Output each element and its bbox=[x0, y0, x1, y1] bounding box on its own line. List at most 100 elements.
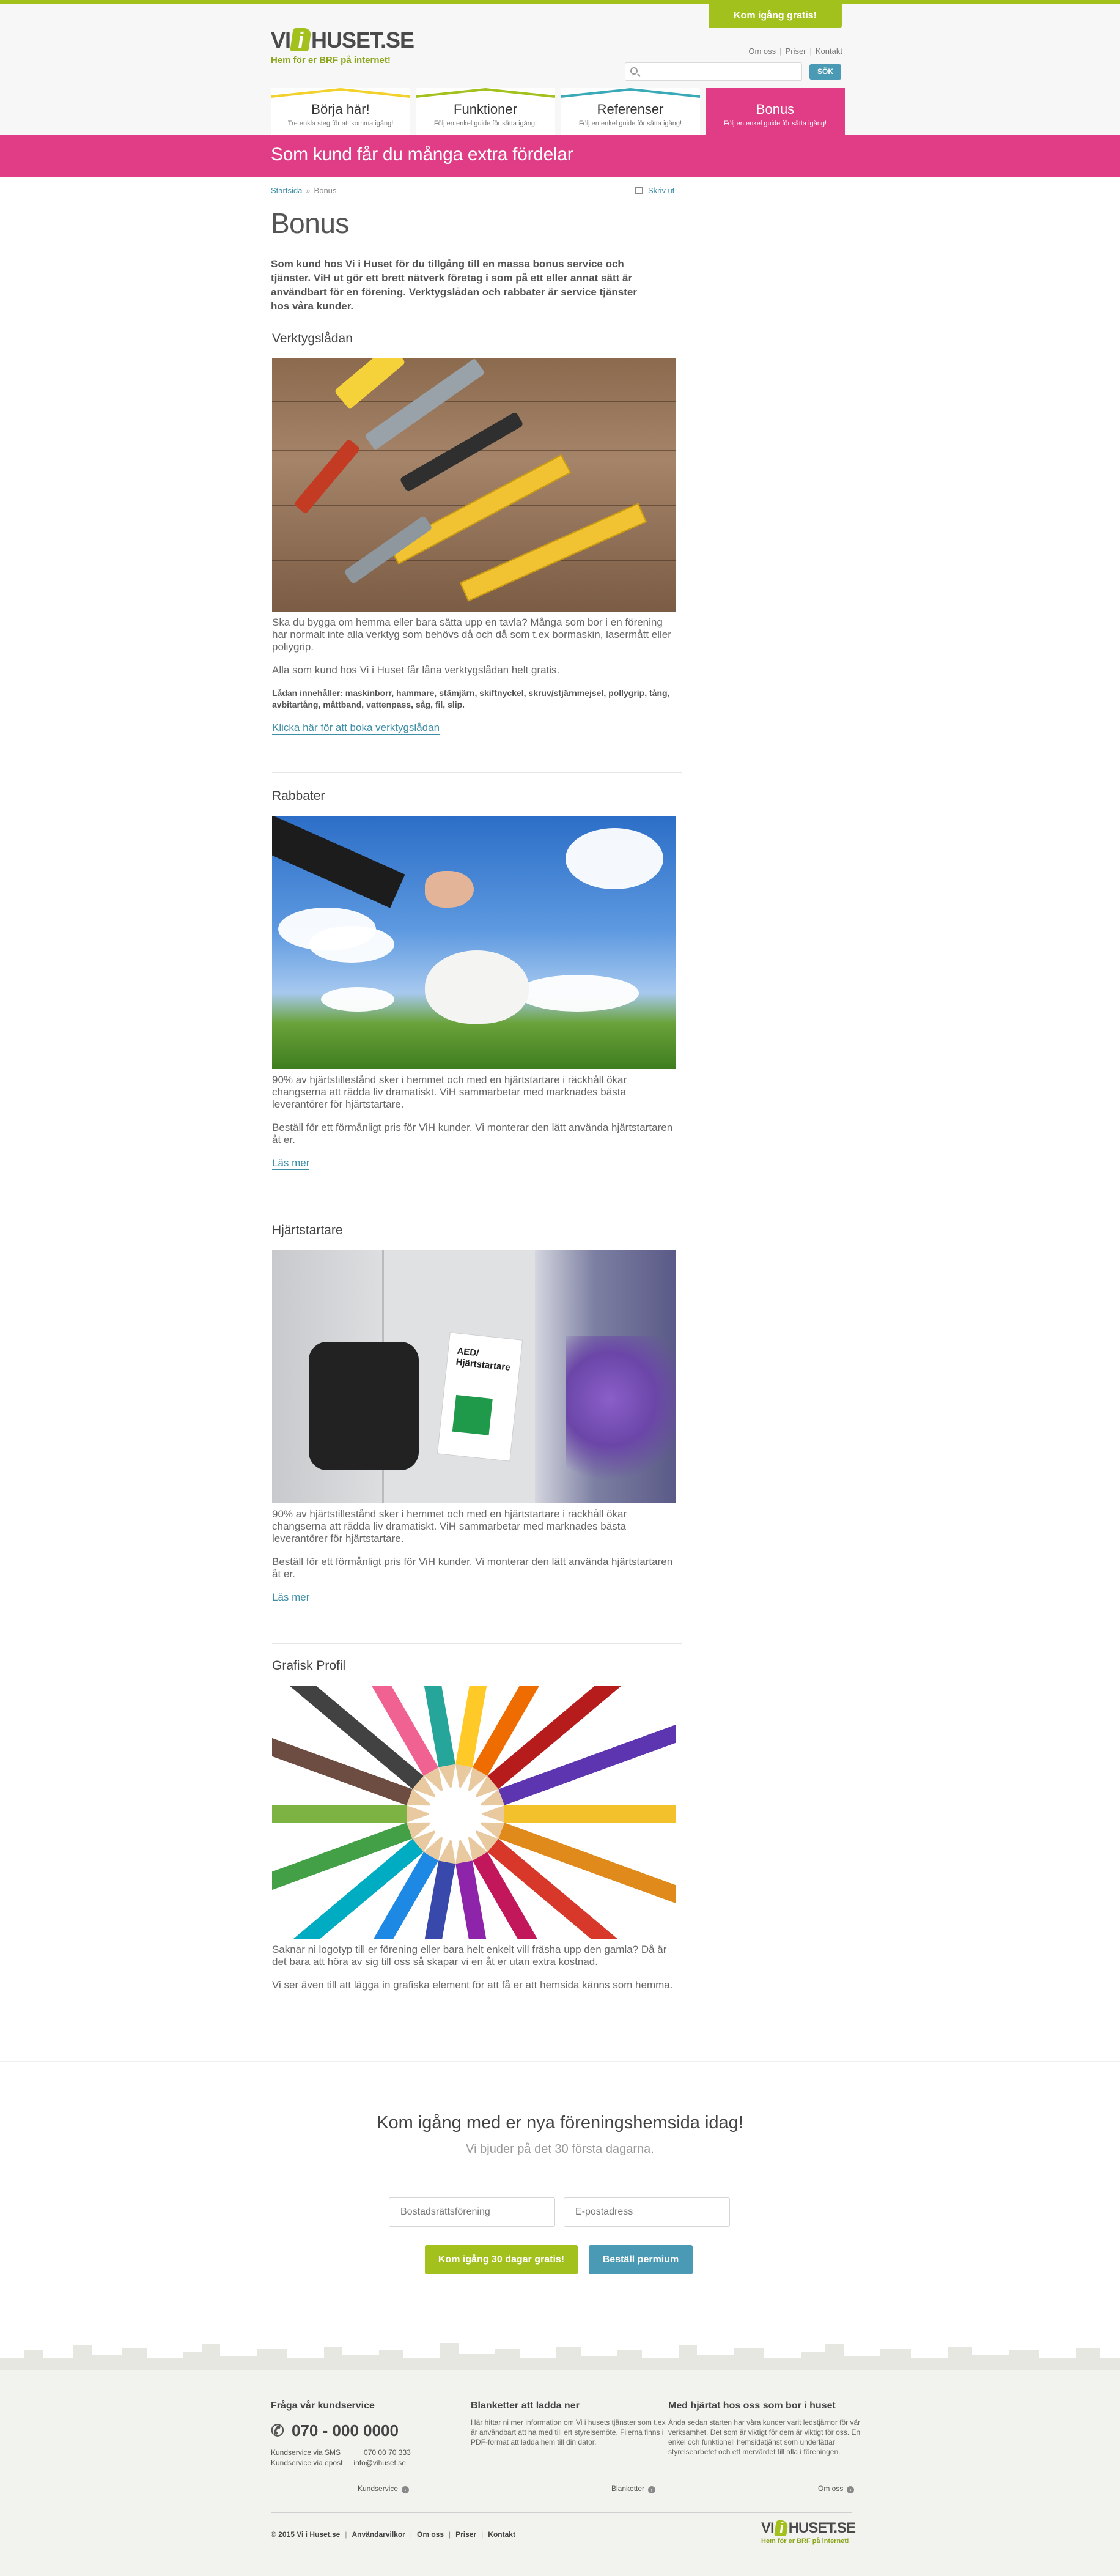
read-more-link[interactable]: Läs mer bbox=[272, 1591, 310, 1604]
arrow-right-icon: › bbox=[402, 2486, 410, 2493]
tab-title: Bonus bbox=[756, 102, 795, 117]
start-free-trial-button[interactable]: Kom igång 30 dagar gratis! bbox=[425, 2245, 578, 2274]
association-name-input[interactable] bbox=[389, 2197, 555, 2227]
breadcrumb-current: Bonus bbox=[314, 186, 337, 195]
banner-title: Som kund får du många extra fördelar bbox=[271, 144, 573, 165]
search-button[interactable]: SÖK bbox=[809, 64, 841, 80]
logo-house-letter: i bbox=[290, 28, 312, 53]
toplink-om-oss[interactable]: Om oss bbox=[748, 46, 776, 56]
top-cta-button[interactable]: Kom igång gratis! bbox=[709, 4, 842, 28]
read-more-link[interactable]: Läs mer bbox=[272, 1157, 310, 1170]
section-title: Verktygslådan bbox=[272, 331, 353, 346]
logo[interactable]: VI i HUSET.SE Hem för er BRF på internet! bbox=[271, 28, 414, 65]
footer-about: Med hjärtat hos oss som bor i huset Ända… bbox=[668, 2400, 870, 2457]
top-links: Om oss | Priser | Kontakt bbox=[748, 46, 842, 56]
tab-subtitle: Följ en enkel guide för sätta igång! bbox=[578, 120, 682, 127]
footer-link-terms[interactable]: Användarvilkor bbox=[352, 2530, 405, 2539]
city-skyline-decoration bbox=[0, 2339, 1120, 2370]
footer-text: Här hittar ni mer information om Vi i hu… bbox=[471, 2418, 666, 2446]
tab-borja-har[interactable]: Börja här! Tre enkla steg för att komma … bbox=[271, 88, 410, 138]
email-value[interactable]: info@vihuset.se bbox=[353, 2458, 406, 2468]
search-input[interactable] bbox=[643, 65, 795, 78]
logo-part2: HUSET.SE bbox=[311, 28, 414, 53]
aed-sign: AED/ Hjärtstartare bbox=[437, 1332, 523, 1462]
tab-referenser[interactable]: Referenser Följ en enkel guide för sätta… bbox=[561, 88, 700, 138]
phone-text: 070 - 000 0000 bbox=[292, 2421, 399, 2440]
search-icon bbox=[630, 67, 638, 75]
tab-subtitle: Följ en enkel guide för sätta igång! bbox=[433, 120, 537, 127]
logo-tagline: Hem för er BRF på internet! bbox=[761, 2537, 849, 2545]
section-text: Saknar ni logotyp till er förening eller… bbox=[272, 1944, 667, 1967]
tab-roof-icon bbox=[561, 88, 700, 98]
section-text: Vi ser även till att lägga in grafiska e… bbox=[272, 1979, 673, 1991]
section-grafisk-profil: Grafisk Profil Saknar ni logotyp till er… bbox=[272, 1659, 682, 1991]
section-title: Grafisk Profil bbox=[272, 1659, 346, 1673]
book-toolbox-link[interactable]: Klicka här för att boka verktygslådan bbox=[272, 722, 440, 735]
toplink-priser[interactable]: Priser bbox=[786, 46, 806, 56]
tab-roof-icon bbox=[271, 88, 410, 98]
section-text: Ska du bygga om hemma eller bara sätta u… bbox=[272, 616, 671, 653]
page-banner: Som kund får du många extra fördelar bbox=[0, 135, 1120, 177]
toplink-kontakt[interactable]: Kontakt bbox=[816, 46, 842, 56]
tab-subtitle: Följ en enkel guide för sätta igång! bbox=[723, 120, 827, 127]
main-nav: Börja här! Tre enkla steg för att komma … bbox=[271, 88, 846, 138]
section-verktygsladan: Verktygslådan Ska du bygga om hemma elle… bbox=[272, 331, 682, 735]
tab-roof-icon bbox=[416, 88, 555, 98]
footer-link-om-oss[interactable]: Om oss bbox=[417, 2530, 444, 2539]
kundservice-link[interactable]: Kundservice › bbox=[358, 2484, 410, 2493]
arrow-right-icon: › bbox=[847, 2486, 855, 2493]
section-text: Beställ för ett förmånligt pris för ViH … bbox=[272, 1122, 673, 1146]
footer-link-kontakt[interactable]: Kontakt bbox=[488, 2530, 515, 2539]
logo-wordmark: VI i HUSET.SE bbox=[271, 28, 414, 53]
logo-part1: VI bbox=[271, 28, 291, 53]
footer: Fråga vår kundservice ✆ 070 - 000 0000 Ku… bbox=[0, 2339, 1120, 2576]
tab-bonus[interactable]: Bonus Följ en enkel guide för sätta igån… bbox=[706, 88, 845, 138]
tab-title: Funktioner bbox=[454, 102, 517, 117]
toolbox-image bbox=[272, 358, 676, 612]
cta-title: Kom igång med er nya föreningshemsida id… bbox=[377, 2113, 743, 2133]
footer-link-priser[interactable]: Priser bbox=[455, 2530, 476, 2539]
footer-heading: Blanketter att ladda ner bbox=[471, 2400, 580, 2411]
phone-icon: ✆ bbox=[271, 2421, 284, 2440]
print-button[interactable]: Skriv ut bbox=[635, 186, 674, 195]
section-rabbater: Rabbater 90% av hjärtstillestånd sker i … bbox=[272, 789, 682, 1170]
logo-tagline: Hem för er BRF på internet! bbox=[271, 55, 391, 65]
email-label: Kundservice via epost bbox=[271, 2459, 343, 2467]
tab-subtitle: Tre enkla steg för att komma igång! bbox=[287, 120, 394, 127]
tab-title: Börja här! bbox=[311, 102, 370, 117]
header: VI i HUSET.SE Hem för er BRF på internet! … bbox=[0, 4, 1120, 138]
breadcrumb: Startsida » Bonus bbox=[271, 186, 336, 195]
email-input[interactable] bbox=[564, 2197, 730, 2227]
section-hjartstartare: Hjärtstartare AED/ Hjärtstartare 90% av … bbox=[272, 1223, 682, 1604]
breadcrumb-home[interactable]: Startsida bbox=[271, 186, 302, 195]
section-text: 90% av hjärtstillestånd sker i hemmet oc… bbox=[272, 1508, 627, 1544]
search-box bbox=[625, 62, 802, 81]
section-text: 90% av hjärtstillestånd sker i hemmet oc… bbox=[272, 1074, 627, 1110]
logo-wordmark: VI i HUSET.SE bbox=[761, 2520, 856, 2536]
tab-funktioner[interactable]: Funktioner Följ en enkel guide för sätta… bbox=[416, 88, 555, 138]
page-title: Bonus bbox=[271, 207, 349, 239]
blanketter-link[interactable]: Blanketter › bbox=[611, 2484, 656, 2493]
toolbox-contents: Lådan innehåller: maskinborr, hammare, s… bbox=[272, 688, 670, 709]
section-text: Beställ för ett förmånligt pris för ViH … bbox=[272, 1556, 673, 1580]
order-premium-button[interactable]: Beställ permium bbox=[589, 2245, 693, 2274]
tab-title: Referenser bbox=[597, 102, 664, 117]
sms-value: 070 00 70 333 bbox=[364, 2448, 411, 2457]
footer-logo[interactable]: VI i HUSET.SE Hem för er BRF på internet! bbox=[761, 2520, 856, 2545]
footer-bottom-links: © 2015 Vi i Huset.se | Användarvilkor | Om o… bbox=[271, 2530, 515, 2539]
copyright: © 2015 Vi i Huset.se bbox=[271, 2530, 341, 2539]
footer-heading: Med hjärtat hos oss som bor i huset bbox=[668, 2400, 836, 2411]
section-title: Hjärtstartare bbox=[272, 1223, 343, 1237]
printer-icon bbox=[635, 187, 643, 194]
footer-forms: Blanketter att ladda ner Här hittar ni m… bbox=[471, 2400, 666, 2447]
footer-divider bbox=[271, 2512, 852, 2513]
print-label: Skriv ut bbox=[648, 186, 675, 195]
aed-sign-text: AED/ Hjärtstartare bbox=[455, 1345, 511, 1373]
om-oss-link[interactable]: Om oss › bbox=[818, 2484, 855, 2493]
phone-number[interactable]: ✆ 070 - 000 0000 bbox=[271, 2421, 466, 2440]
piggy-bank-image bbox=[272, 816, 676, 1069]
footer-customer-service: Fråga vår kundservice ✆ 070 - 000 0000 Ku… bbox=[271, 2400, 466, 2468]
contact-details: Kundservice via SMS 070 00 70 333 Kundser… bbox=[271, 2448, 466, 2468]
cta-subtitle: Vi bjuder på det 30 första dagarna. bbox=[466, 2142, 654, 2156]
breadcrumb-separator: » bbox=[306, 186, 311, 195]
